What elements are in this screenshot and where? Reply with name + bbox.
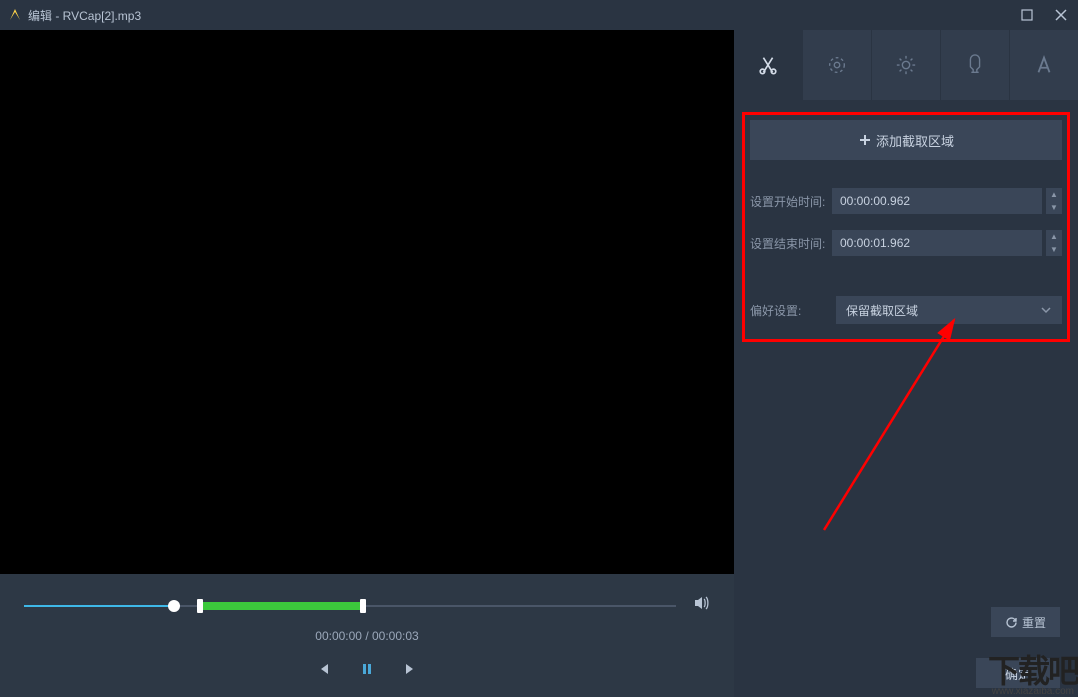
titlebar: 编辑 - RVCap[2].mp3 xyxy=(0,0,1078,30)
end-time-input[interactable] xyxy=(832,230,1042,256)
pause-button[interactable] xyxy=(359,661,375,677)
trim-start-handle[interactable] xyxy=(197,599,203,613)
tab-trim[interactable] xyxy=(734,30,802,100)
preference-select[interactable]: 保留截取区域 xyxy=(836,296,1062,324)
maximize-button[interactable] xyxy=(1018,6,1036,24)
app-icon xyxy=(8,8,22,22)
seek-slider[interactable] xyxy=(24,596,676,616)
chevron-down-icon xyxy=(1040,304,1052,316)
end-time-down[interactable]: ▼ xyxy=(1046,243,1062,256)
close-button[interactable] xyxy=(1052,6,1070,24)
playback-controls: 00:00:00 / 00:00:03 xyxy=(0,574,734,697)
tools-panel: 添加截取区域 设置开始时间: ▲ ▼ 设置结束时间: ▲ ▼ 偏好设置: xyxy=(734,30,1078,697)
tab-text[interactable] xyxy=(1009,30,1078,100)
annotation-arrow xyxy=(794,310,994,540)
video-preview[interactable] xyxy=(0,30,734,574)
tab-effects[interactable] xyxy=(871,30,940,100)
volume-icon[interactable] xyxy=(692,594,710,617)
step-back-button[interactable] xyxy=(315,661,331,677)
tool-tabs xyxy=(734,30,1078,100)
site-watermark: 下载吧 www.xiazaiba.com xyxy=(988,646,1078,697)
add-region-button[interactable]: 添加截取区域 xyxy=(750,120,1062,160)
window-title: 编辑 - RVCap[2].mp3 xyxy=(28,7,1018,24)
start-time-input[interactable] xyxy=(832,188,1042,214)
start-time-label: 设置开始时间: xyxy=(750,193,828,210)
tab-rotate[interactable] xyxy=(802,30,871,100)
video-panel: 00:00:00 / 00:00:03 xyxy=(0,30,734,697)
start-time-up[interactable]: ▲ xyxy=(1046,188,1062,201)
step-forward-button[interactable] xyxy=(403,661,419,677)
end-time-up[interactable]: ▲ xyxy=(1046,230,1062,243)
trim-region[interactable] xyxy=(200,602,363,610)
start-time-down[interactable]: ▼ xyxy=(1046,201,1062,214)
seek-thumb[interactable] xyxy=(168,600,180,612)
preference-label: 偏好设置: xyxy=(750,302,828,319)
trim-end-handle[interactable] xyxy=(360,599,366,613)
tab-watermark[interactable] xyxy=(940,30,1009,100)
time-display: 00:00:00 / 00:00:03 xyxy=(24,629,710,643)
reset-button[interactable]: 重置 xyxy=(991,607,1060,637)
end-time-label: 设置结束时间: xyxy=(750,235,828,252)
